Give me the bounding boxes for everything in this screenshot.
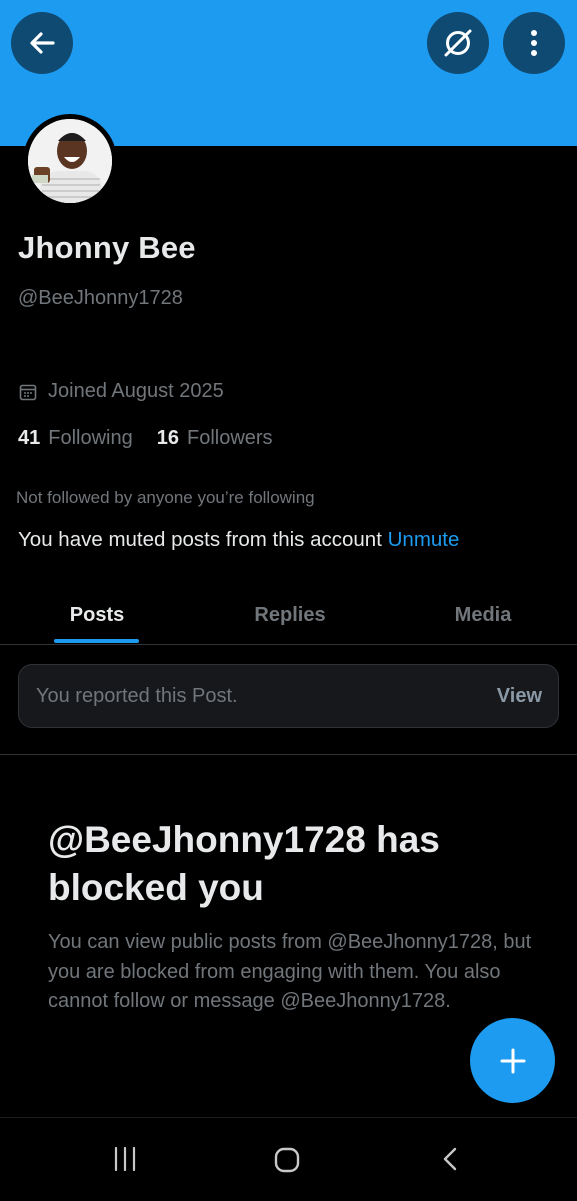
tab-replies[interactable]: Replies	[222, 586, 358, 644]
recent-apps-icon[interactable]	[112, 1146, 138, 1172]
reported-post-notice: You reported this Post. View	[18, 664, 559, 728]
following-count: 41	[18, 427, 41, 449]
back-icon[interactable]	[437, 1146, 463, 1172]
avatar[interactable]	[23, 114, 117, 208]
following-link[interactable]: 41 Following	[18, 427, 133, 450]
muted-text: You have muted posts from this account	[18, 528, 382, 551]
avatar-image	[28, 119, 112, 203]
unmute-link[interactable]: Unmute	[388, 528, 460, 551]
divider	[0, 754, 577, 755]
report-text: You reported this Post.	[36, 685, 238, 707]
joined-date: Joined August 2025	[18, 380, 224, 403]
followers-link[interactable]: 16 Followers	[157, 427, 273, 450]
active-tab-indicator	[54, 639, 139, 643]
profile-tabs: Posts Replies Media	[0, 586, 577, 645]
view-button[interactable]: View	[497, 685, 542, 708]
slashed-circle-icon	[444, 29, 472, 57]
display-name: Jhonny Bee	[18, 230, 196, 265]
follow-stats: 41 Following 16 Followers	[18, 427, 297, 450]
more-vertical-icon	[531, 30, 537, 56]
plus-icon	[500, 1048, 525, 1073]
calendar-icon	[19, 384, 37, 400]
tab-media[interactable]: Media	[416, 586, 550, 644]
compose-button[interactable]	[470, 1018, 555, 1103]
blocked-title: @BeeJhonny1728 has blocked you	[48, 819, 440, 908]
grok-button[interactable]	[427, 12, 489, 74]
more-options-button[interactable]	[503, 12, 565, 74]
user-handle: @BeeJhonny1728	[18, 287, 183, 309]
system-navbar	[0, 1117, 577, 1201]
home-icon[interactable]	[273, 1146, 301, 1174]
following-label: Following	[48, 427, 133, 449]
not-followed-notice: Not followed by anyone you’re following	[16, 488, 315, 507]
arrow-left-icon	[30, 32, 55, 54]
joined-text: Joined August 2025	[48, 380, 224, 402]
muted-notice: You have muted posts from this account U…	[18, 528, 459, 552]
blocked-description: You can view public posts from @BeeJhonn…	[48, 931, 532, 1012]
followers-label: Followers	[186, 427, 273, 449]
followers-count: 16	[156, 427, 179, 449]
tab-posts[interactable]: Posts	[30, 586, 164, 644]
back-button[interactable]	[11, 12, 73, 74]
